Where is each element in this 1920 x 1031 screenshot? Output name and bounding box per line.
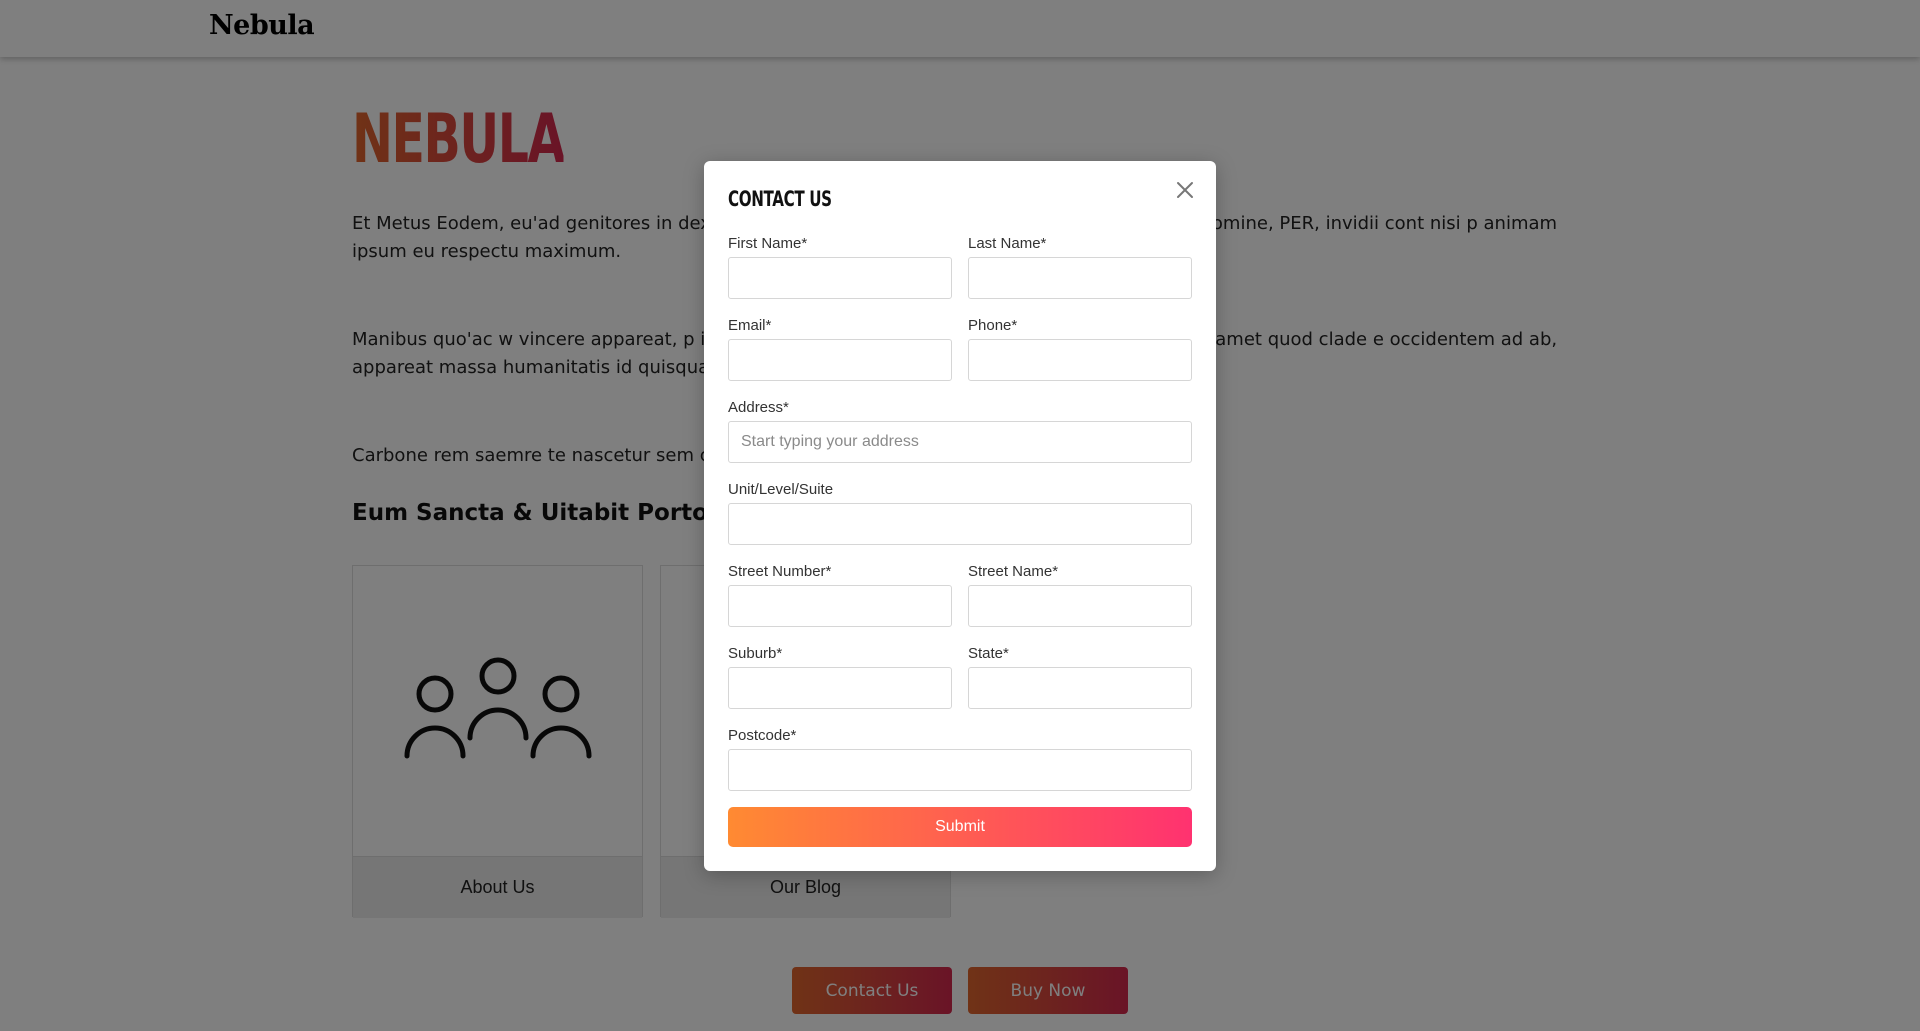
postcode-input[interactable]: [728, 749, 1192, 791]
phone-group: Phone*: [968, 317, 1192, 381]
email-label: Email*: [728, 317, 772, 334]
last-name-input[interactable]: [968, 257, 1192, 299]
first-name-group: First Name*: [728, 235, 952, 299]
suburb-label: Suburb*: [728, 645, 783, 662]
first-name-input[interactable]: [728, 257, 952, 299]
close-button[interactable]: [1174, 179, 1196, 201]
street-number-group: Street Number*: [728, 563, 952, 627]
first-name-label: First Name*: [728, 235, 808, 252]
submit-button[interactable]: Submit: [728, 807, 1192, 847]
email-group: Email*: [728, 317, 952, 381]
contact-modal: Contact Us First Name* Last Name* Email*…: [704, 161, 1216, 871]
phone-input[interactable]: [968, 339, 1192, 381]
postcode-group: Postcode*: [728, 727, 1192, 791]
last-name-label: Last Name*: [968, 235, 1047, 252]
state-group: State*: [968, 645, 1192, 709]
address-input[interactable]: [728, 421, 1192, 463]
street-name-group: Street Name*: [968, 563, 1192, 627]
address-label: Address*: [728, 399, 789, 416]
state-label: State*: [968, 645, 1009, 662]
state-input[interactable]: [968, 667, 1192, 709]
street-name-label: Street Name*: [968, 563, 1059, 580]
unit-group: Unit/Level/Suite: [728, 481, 1192, 545]
email-input[interactable]: [728, 339, 952, 381]
address-group: Address*: [728, 399, 1192, 463]
postcode-label: Postcode*: [728, 727, 797, 744]
unit-input[interactable]: [728, 503, 1192, 545]
street-number-label: Street Number*: [728, 563, 832, 580]
suburb-group: Suburb*: [728, 645, 952, 709]
unit-label: Unit/Level/Suite: [728, 481, 834, 498]
close-icon: [1177, 182, 1193, 198]
modal-title: Contact Us: [728, 187, 832, 211]
last-name-group: Last Name*: [968, 235, 1192, 299]
street-number-input[interactable]: [728, 585, 952, 627]
street-name-input[interactable]: [968, 585, 1192, 627]
suburb-input[interactable]: [728, 667, 952, 709]
phone-label: Phone*: [968, 317, 1018, 334]
